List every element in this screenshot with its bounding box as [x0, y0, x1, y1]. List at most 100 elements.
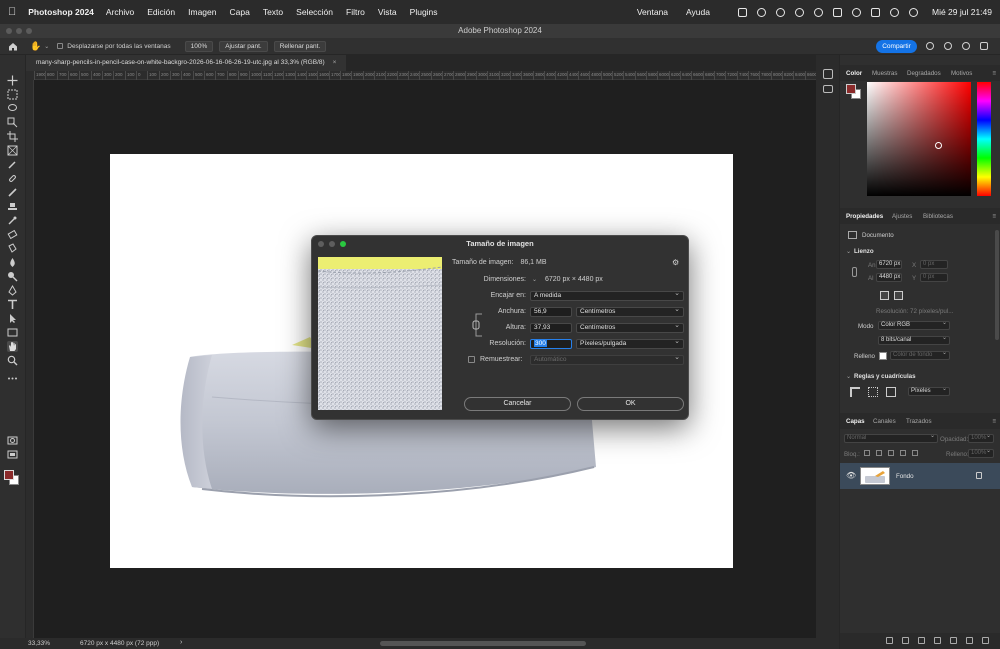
- ok-button[interactable]: OK: [577, 397, 684, 411]
- color-panel-menu-icon[interactable]: ≡: [992, 70, 996, 77]
- notifications-icon[interactable]: [926, 42, 934, 50]
- height-unit-select[interactable]: Centímetros: [576, 322, 684, 333]
- lasso-tool-icon[interactable]: [7, 103, 18, 114]
- ruler-units-select[interactable]: Píxeles: [908, 386, 950, 396]
- close-tab-icon[interactable]: ×: [333, 59, 337, 66]
- rulers-toggle-icon[interactable]: [850, 387, 860, 397]
- cloud-icon[interactable]: [775, 7, 785, 17]
- close-window-icon[interactable]: [6, 28, 12, 34]
- tab-channels[interactable]: Canales: [873, 418, 896, 425]
- document-tab[interactable]: many-sharp-pencils-in-pencil-case-on-whi…: [26, 55, 347, 71]
- menu-archivo[interactable]: Archivo: [106, 7, 134, 17]
- image-preview[interactable]: [318, 257, 442, 410]
- color-mode-select[interactable]: Color RGB: [878, 320, 950, 330]
- dodge-tool-icon[interactable]: [7, 271, 18, 282]
- guides-toggle-icon[interactable]: [886, 387, 896, 397]
- dimensions-chevron-icon[interactable]: ⌄: [532, 276, 537, 283]
- layers-panel-menu-icon[interactable]: ≡: [992, 418, 996, 425]
- rulers-section-chevron-icon[interactable]: ⌄: [846, 373, 851, 380]
- tab-properties[interactable]: Propiedades: [846, 213, 883, 220]
- hand-tool-icon[interactable]: [7, 341, 18, 352]
- rectangle-tool-icon[interactable]: [7, 327, 18, 338]
- canvas-section-title[interactable]: Lienzo: [854, 248, 874, 255]
- quick-mask-icon[interactable]: [7, 435, 18, 446]
- lock-position-icon[interactable]: [888, 450, 894, 456]
- path-selection-tool-icon[interactable]: [7, 313, 18, 324]
- color-picker-cursor[interactable]: [935, 142, 942, 149]
- home-icon[interactable]: [8, 42, 18, 51]
- tab-paths[interactable]: Trazados: [906, 418, 932, 425]
- frame-tool-icon[interactable]: [7, 145, 18, 156]
- history-brush-tool-icon[interactable]: [7, 215, 18, 226]
- lock-transparency-icon[interactable]: [864, 450, 870, 456]
- menu-ventana[interactable]: Ventana: [637, 7, 668, 17]
- layer-lock-icon[interactable]: [976, 472, 982, 479]
- layer-style-icon[interactable]: [902, 637, 909, 644]
- scroll-all-checkbox[interactable]: [57, 43, 64, 49]
- sync-icon[interactable]: [756, 7, 766, 17]
- lock-pixels-icon[interactable]: [876, 450, 882, 456]
- menu-plugins[interactable]: Plugins: [410, 7, 438, 17]
- type-tool-icon[interactable]: [7, 299, 18, 310]
- horizontal-ruler[interactable]: 1900 800 700 600 500 400 300 200 100 0 100 200 300 40…: [34, 71, 817, 80]
- zoom-tool-icon[interactable]: [7, 355, 18, 366]
- vertical-ruler[interactable]: [26, 80, 34, 638]
- resolution-input[interactable]: 300: [530, 339, 572, 349]
- crop-tool-icon[interactable]: [7, 131, 18, 142]
- tab-gradients[interactable]: Degradados: [907, 70, 941, 77]
- tab-patterns[interactable]: Motivos: [951, 70, 972, 77]
- ruler-origin[interactable]: [26, 71, 34, 80]
- screen-mode-icon[interactable]: [7, 449, 18, 460]
- eraser-tool-icon[interactable]: [7, 229, 18, 240]
- move-tool-icon[interactable]: [7, 75, 18, 86]
- history-panel-icon[interactable]: [823, 69, 833, 79]
- menu-vista[interactable]: Vista: [378, 7, 397, 17]
- horizontal-scrollbar[interactable]: [380, 641, 586, 646]
- new-layer-icon[interactable]: [966, 637, 973, 644]
- grid-toggle-icon[interactable]: [868, 387, 878, 397]
- menu-ayuda[interactable]: Ayuda: [686, 7, 710, 17]
- resample-checkbox[interactable]: [468, 356, 475, 363]
- canvas-width-input[interactable]: 6720 px: [876, 260, 902, 269]
- fit-screen-button[interactable]: Ajustar pant.: [219, 40, 268, 52]
- tab-color[interactable]: Color: [846, 70, 862, 77]
- tab-libraries[interactable]: Bibliotecas: [923, 213, 953, 220]
- layer-row-fondo[interactable]: 👁 Fondo: [840, 463, 1000, 489]
- apple-icon[interactable]: : [8, 6, 16, 18]
- tool-preset-chevron-icon[interactable]: ⌄: [44, 43, 49, 50]
- canvas-height-input[interactable]: 4480 px: [876, 273, 902, 282]
- brush-tool-icon[interactable]: [7, 187, 18, 198]
- fill-select[interactable]: Color de fondo: [890, 350, 950, 360]
- help-icon[interactable]: [962, 42, 970, 50]
- delete-layer-icon[interactable]: [982, 637, 989, 644]
- status-info-menu-icon[interactable]: ›: [180, 639, 182, 646]
- pen-tool-icon[interactable]: [7, 285, 18, 296]
- search-icon[interactable]: [944, 42, 952, 50]
- height-input[interactable]: 37,93: [530, 323, 572, 333]
- foreground-color-swatch[interactable]: [4, 470, 14, 480]
- more-tools-icon[interactable]: [7, 373, 18, 384]
- portrait-orientation-icon[interactable]: [880, 291, 889, 300]
- menu-edicion[interactable]: Edición: [147, 7, 175, 17]
- settings-gear-icon[interactable]: ⚙: [672, 258, 679, 267]
- properties-panel-menu-icon[interactable]: ≡: [992, 213, 996, 220]
- link-layers-icon[interactable]: [886, 637, 893, 644]
- creative-cloud-icon[interactable]: [794, 7, 804, 17]
- object-selection-tool-icon[interactable]: [7, 117, 18, 128]
- menu-texto[interactable]: Texto: [263, 7, 283, 17]
- bit-depth-select[interactable]: 8 bits/canal: [878, 335, 950, 345]
- tab-adjustments[interactable]: Ajustes: [892, 213, 912, 220]
- app-menu[interactable]: Photoshop 2024: [28, 7, 94, 17]
- healing-brush-tool-icon[interactable]: [7, 173, 18, 184]
- spotlight-search-icon[interactable]: [889, 7, 899, 17]
- new-group-icon[interactable]: [950, 637, 957, 644]
- lock-artboard-icon[interactable]: [900, 450, 906, 456]
- landscape-orientation-icon[interactable]: [894, 291, 903, 300]
- control-center-icon[interactable]: [870, 7, 880, 17]
- menu-seleccion[interactable]: Selección: [296, 7, 333, 17]
- minimize-window-icon[interactable]: [16, 28, 22, 34]
- workspace-icon[interactable]: [980, 42, 988, 50]
- gradient-tool-icon[interactable]: [7, 243, 18, 254]
- marquee-tool-icon[interactable]: [7, 89, 18, 100]
- width-unit-select[interactable]: Centímetros: [576, 306, 684, 317]
